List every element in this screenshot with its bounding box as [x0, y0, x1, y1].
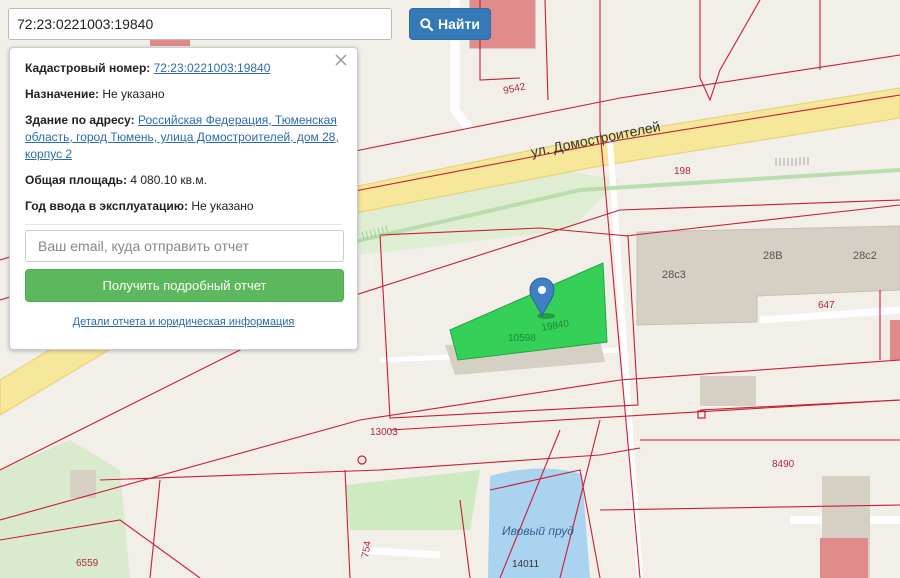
purpose-label: Назначение: [25, 87, 100, 101]
details-link[interactable]: Детали отчета и юридическая информация [73, 316, 295, 328]
parcel-label-13003: 13003 [370, 427, 398, 438]
area-row: Общая площадь: 4 080.10 кв.м. [25, 172, 342, 189]
year-value: Не указано [191, 199, 254, 213]
cadastral-row: Кадастровый номер: 72:23:0221003:19840 [25, 60, 342, 77]
selected-label-10598: 10598 [508, 333, 536, 344]
divider [25, 224, 342, 225]
info-panel: Кадастровый номер: 72:23:0221003:19840 Н… [9, 47, 358, 350]
address-row: Здание по адресу: Российская Федерация, … [25, 112, 342, 163]
purpose-row: Назначение: Не указано [25, 86, 342, 103]
parcel-label-6559: 6559 [76, 558, 99, 569]
parcel-label-14011: 14011 [512, 559, 540, 570]
parcel-label-8490: 8490 [772, 459, 795, 470]
year-label: Год ввода в эксплуатацию: [25, 199, 189, 213]
building-label-28c2: 28с2 [853, 250, 877, 262]
search-button-label: Найти [438, 16, 480, 32]
details-row: Детали отчета и юридическая информация [10, 316, 357, 328]
purpose-value: Не указано [102, 87, 165, 101]
building [820, 538, 868, 578]
search-input[interactable] [8, 8, 392, 40]
search-button[interactable]: Найти [409, 8, 491, 40]
year-row: Год ввода в эксплуатацию: Не указано [25, 198, 342, 215]
parcel-label-198: 198 [674, 166, 691, 177]
cadastral-label: Кадастровый номер: [25, 61, 151, 75]
building [700, 376, 756, 406]
search-icon [420, 17, 434, 31]
area-value: 4 080.10 кв.м. [130, 173, 207, 187]
pond-label: Ивовый пруд [502, 524, 574, 538]
parcel-label-647: 647 [818, 300, 835, 311]
building [70, 470, 96, 498]
get-report-button[interactable]: Получить подробный отчет [25, 269, 344, 302]
building-label-28v: 28В [763, 250, 783, 262]
building-label-28c3: 28с3 [662, 269, 686, 281]
email-field[interactable] [25, 230, 344, 262]
cadastral-link[interactable]: 72:23:0221003:19840 [154, 61, 271, 75]
area-label: Общая площадь: [25, 173, 128, 187]
building [890, 320, 900, 360]
address-label: Здание по адресу: [25, 113, 135, 127]
